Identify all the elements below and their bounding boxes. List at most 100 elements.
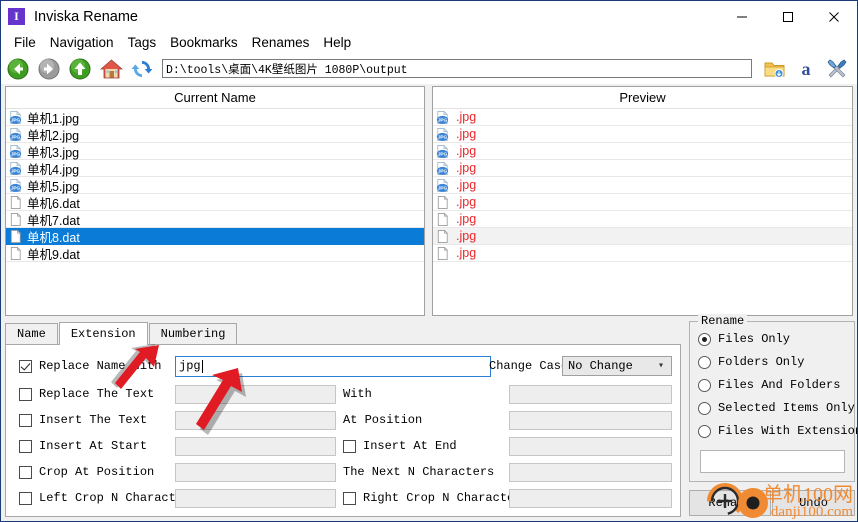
jpg-file-icon: JPG (436, 178, 449, 192)
checkbox-crop-at-position[interactable] (19, 465, 32, 479)
rename-button[interactable]: Rename (689, 490, 771, 516)
input-insert-the-text[interactable] (175, 410, 336, 430)
menu-bookmarks[interactable]: Bookmarks (163, 34, 245, 51)
menu-navigation[interactable]: Navigation (43, 34, 121, 51)
checkbox-replace-the-text[interactable] (19, 387, 32, 401)
refresh-icon (131, 60, 153, 77)
minimize-button[interactable] (719, 1, 765, 32)
radio-files-and-folders[interactable]: Files And Folders (698, 378, 840, 392)
app-icon: I (8, 8, 25, 25)
svg-text:JPG: JPG (438, 168, 448, 173)
current-name-row[interactable]: JPG 单机1.jpg (6, 109, 424, 126)
radio-folders-only[interactable]: Folders Only (698, 355, 804, 369)
current-name-row[interactable]: JPG 单机4.jpg (6, 160, 424, 177)
radio-selected-items-only[interactable]: Selected Items Only (698, 401, 855, 415)
checkbox-replace-name-with[interactable] (19, 359, 32, 373)
radio-files-only-label: Files Only (718, 332, 791, 346)
tab-numbering[interactable]: Numbering (148, 323, 238, 344)
input-at-position[interactable] (509, 410, 672, 430)
jpg-file-icon: JPG (9, 144, 22, 158)
radio-folders-only-label: Folders Only (718, 355, 805, 369)
up-button[interactable] (66, 56, 94, 82)
preview-row[interactable]: JPG .jpg (433, 143, 852, 160)
input-insert-at-start[interactable] (175, 436, 336, 456)
preview-row[interactable]: JPG .jpg (433, 126, 852, 143)
open-folder-button[interactable] (761, 56, 789, 82)
svg-text:JPG: JPG (11, 151, 21, 156)
menu-file[interactable]: File (7, 34, 43, 51)
jpg-file-icon: JPG (436, 127, 449, 141)
generic-file-icon (437, 246, 448, 260)
preview-row[interactable]: .jpg (433, 245, 852, 262)
current-name-row[interactable]: 单机6.dat (6, 194, 424, 211)
menu-help[interactable]: Help (316, 34, 358, 51)
input-crop-at-position[interactable] (175, 462, 336, 482)
rename-group-title: Rename (698, 314, 748, 328)
checkbox-right-crop-n-characters[interactable] (343, 491, 356, 505)
radio-selected-items-only-indicator (698, 401, 711, 415)
current-name-row[interactable]: 单机8.dat (6, 228, 424, 245)
current-name-list[interactable]: JPG 单机1.jpg JPG 单机2.jpg JPG 单机3.jpg JPG 单机4.jpg… (6, 109, 424, 262)
menu-renames[interactable]: Renames (245, 34, 317, 51)
tab-extension[interactable]: Extension (58, 322, 148, 345)
font-button[interactable]: a (792, 56, 820, 82)
home-icon (99, 58, 123, 78)
svg-text:JPG: JPG (438, 117, 448, 122)
rename-group-box: Rename Files Only Folders Only Files And… (689, 314, 857, 482)
preview-row[interactable]: JPG .jpg (433, 109, 852, 126)
preview-row[interactable]: .jpg (433, 228, 852, 245)
address-bar[interactable]: D:\tools\桌面\4K壁纸图片 1080P\output (162, 59, 752, 78)
current-name-row[interactable]: 单机9.dat (6, 245, 424, 262)
input-the-next-n-characters[interactable] (509, 462, 672, 482)
jpg-file-icon: JPG (9, 178, 22, 192)
current-name-panel: Current Name JPG 单机1.jpg JPG 单机2.jpg JPG 单机3.… (5, 86, 425, 316)
forward-button[interactable] (35, 56, 63, 82)
toolbar-right-group: a (758, 56, 851, 82)
tab-name[interactable]: Name (5, 323, 58, 344)
back-button[interactable] (4, 56, 32, 82)
preview-list[interactable]: JPG .jpg JPG .jpg JPG .jpg JPG .jpg JPG .jpg .jpg.… (433, 109, 852, 262)
combo-change-case[interactable]: No Change ▾ (562, 356, 672, 376)
current-name-row[interactable]: JPG 单机3.jpg (6, 143, 424, 160)
input-files-with-extensions[interactable] (700, 450, 845, 473)
preview-row[interactable]: .jpg (433, 211, 852, 228)
radio-files-only[interactable]: Files Only (698, 332, 790, 346)
combo-change-case-value: No Change (568, 359, 633, 373)
label-with: With (343, 387, 372, 401)
checkbox-insert-at-start[interactable] (19, 439, 32, 453)
preview-row[interactable]: .jpg (433, 194, 852, 211)
preview-row[interactable]: JPG .jpg (433, 160, 852, 177)
settings-button[interactable] (823, 56, 851, 82)
input-left-crop-n-characters[interactable] (175, 488, 336, 508)
watermark-cn: 单机100网 (763, 484, 853, 506)
input-insert-at-end[interactable] (509, 436, 672, 456)
checkbox-insert-at-end[interactable] (343, 439, 356, 453)
label-crop-at-position: Crop At Position (39, 465, 155, 479)
current-name-row[interactable]: JPG 单机2.jpg (6, 126, 424, 143)
input-with[interactable] (509, 384, 672, 404)
current-name-row[interactable]: 单机7.dat (6, 211, 424, 228)
menu-tags[interactable]: Tags (121, 34, 164, 51)
tools-settings-icon (827, 59, 847, 77)
preview-panel: Preview JPG .jpg JPG .jpg JPG .jpg JPG .jpg JPG.… (432, 86, 853, 316)
maximize-button[interactable] (765, 1, 811, 32)
close-button[interactable] (811, 1, 857, 32)
watermark-text: 单机100网 danji100.com (763, 485, 853, 520)
radio-files-with-extensions[interactable]: Files With Extensions: (698, 424, 857, 438)
chevron-down-icon: ▾ (657, 361, 664, 372)
input-replace-name-with[interactable]: jpg (175, 355, 491, 377)
current-name-row[interactable]: JPG 单机5.jpg (6, 177, 424, 194)
generic-file-icon (10, 229, 21, 243)
option-row-left-crop: Left Crop N Characters Right Crop N Char… (6, 485, 680, 511)
checkbox-insert-the-text[interactable] (19, 413, 32, 427)
jpg-file-icon: JPG (436, 161, 449, 175)
checkbox-left-crop-n-characters[interactable] (19, 491, 32, 505)
generic-file-icon (10, 246, 21, 260)
refresh-button[interactable] (128, 56, 156, 82)
label-replace-name-with: Replace Name With (39, 359, 162, 373)
home-button[interactable] (97, 56, 125, 82)
input-right-crop-n-characters[interactable] (509, 488, 672, 508)
input-replace-the-text[interactable] (175, 384, 336, 404)
option-row-insert-text: Insert The Text At Position (6, 407, 680, 433)
preview-row[interactable]: JPG .jpg (433, 177, 852, 194)
